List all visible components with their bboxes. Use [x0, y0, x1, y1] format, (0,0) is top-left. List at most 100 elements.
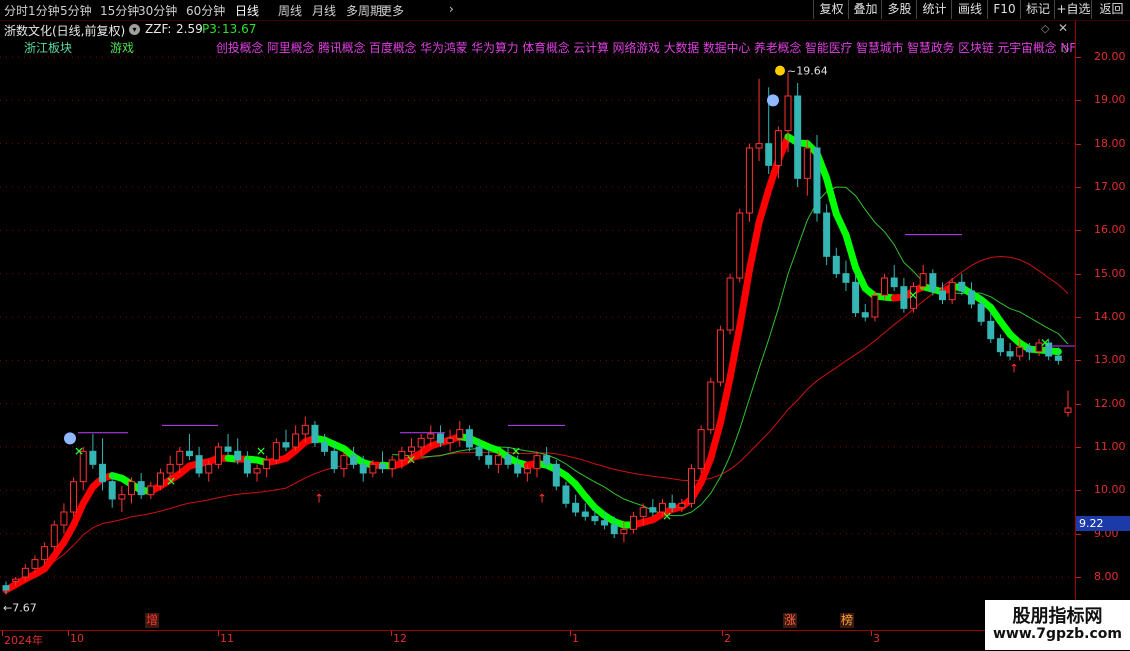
y-tick-label: 13.00 [1094, 353, 1126, 367]
x-tick-label: 2 [724, 632, 731, 645]
candle-body [823, 212, 831, 257]
chevron-right-icon[interactable]: › [449, 2, 454, 16]
candle-body [60, 511, 68, 526]
toolbar-button-2[interactable]: 多股 [881, 0, 917, 19]
candle-body [871, 294, 879, 318]
candle-body [649, 507, 657, 513]
period-tab-7[interactable]: 周线 [278, 2, 302, 19]
x-tick-label: 10 [70, 632, 84, 645]
y-tick-label: 20.00 [1094, 50, 1126, 63]
event-marker[interactable]: 涨 [783, 613, 797, 628]
candle-body [948, 281, 956, 301]
candle-body [1064, 407, 1072, 413]
signal-ball-icon [767, 94, 779, 107]
y-tick-label: 19.00 [1094, 93, 1126, 107]
candle-body [475, 446, 483, 457]
toolbar-button-1[interactable]: 叠加 [848, 0, 882, 19]
candle-body [340, 455, 348, 470]
candle-body [234, 450, 242, 461]
y-tick-mark [1076, 533, 1081, 535]
period-tab-5[interactable]: 60分钟 [186, 2, 225, 19]
toolbar-button-3[interactable]: 统计 [916, 0, 952, 19]
stock-title: 浙数文化(日线,前复权) [4, 24, 126, 38]
diamond-icon[interactable]: ◇ [1041, 22, 1049, 35]
candle-body [156, 472, 164, 487]
candle-body [108, 481, 116, 500]
indicator-dropdown-icon[interactable]: ▾ [129, 24, 140, 35]
zzf-value: 2.59 [176, 22, 203, 36]
candle-body [697, 429, 705, 470]
y-tick-mark [1076, 577, 1081, 578]
toolbar-button-5[interactable]: F10 [987, 0, 1021, 19]
candle-body [938, 290, 946, 301]
candle-body [388, 459, 396, 470]
candle-body [784, 95, 792, 132]
toolbar-button-8[interactable]: 返回 [1091, 0, 1130, 19]
candle-body [929, 273, 937, 292]
candle-body [253, 468, 261, 474]
candle-body [89, 450, 97, 465]
candle-body [417, 437, 425, 448]
concept-tags: 创投概念 阿里概念 腾讯概念 百度概念 华为鸿蒙 华为算力 体育概念 云计算 网… [216, 40, 1075, 55]
candle-body [552, 463, 560, 487]
kline-chart[interactable]: ~19.64 ←7.67 ✕ ✕ ✕ ✕ ✕ ✕ ✕ ✕ ↑ ↑ ↑ 浙江板块 游戏 创投概念 阿里概念 腾讯… [0, 39, 1076, 629]
candle-body [1016, 346, 1024, 357]
period-tab-9[interactable]: 多周期 [346, 2, 382, 19]
candle-body [900, 286, 908, 309]
candle-body [707, 381, 715, 431]
candle-body [919, 273, 927, 288]
toolbar-button-6[interactable]: 标记 [1020, 0, 1055, 19]
candle-body [436, 433, 444, 444]
p3-label: P3: [202, 22, 221, 36]
candle-body [224, 446, 232, 452]
event-marker[interactable]: 增 [145, 613, 159, 628]
candle-body [118, 494, 126, 500]
candle-body [1006, 351, 1014, 357]
period-tab-2[interactable]: 5分钟 [60, 2, 92, 19]
candle-body [176, 450, 184, 465]
signal-ball-icon [64, 432, 76, 445]
y-tick-mark [1076, 187, 1081, 188]
event-marker[interactable]: 榜 [840, 613, 854, 628]
ribbon-segment [755, 186, 773, 227]
candle-body [794, 95, 802, 179]
period-tab-8[interactable]: 月线 [312, 2, 336, 19]
period-tab-1[interactable]: 1分钟 [28, 2, 60, 19]
period-tab-4[interactable]: 30分钟 [138, 2, 177, 19]
cross-signal-icon: ✕ [511, 444, 521, 458]
ma-line-mid [392, 186, 1069, 517]
candle-body [427, 433, 435, 439]
cross-signal-icon: ✕ [1040, 336, 1050, 350]
period-tab-0[interactable]: 分时 [4, 2, 28, 19]
toolbar-button-7[interactable]: +自选 [1054, 0, 1092, 19]
low-price-label: ←7.67 [3, 601, 37, 614]
candle-body [272, 442, 280, 461]
candle-body [620, 528, 628, 535]
ribbon-segment [726, 323, 744, 382]
candle-body [214, 446, 222, 465]
x-tick-mark [2, 631, 3, 636]
candle-body [1025, 346, 1033, 353]
period-tab-3[interactable]: 15分钟 [100, 2, 139, 19]
y-tick-label: 16.00 [1094, 223, 1126, 237]
candle-body [668, 502, 676, 509]
close-icon[interactable]: ✕ [1058, 21, 1068, 35]
candle-body [716, 329, 724, 383]
period-tab-10[interactable]: 更多 [380, 2, 404, 19]
toolbar-button-4[interactable]: 画线 [951, 0, 988, 19]
candle-body [543, 455, 551, 465]
period-tab-6[interactable]: 日线 [235, 2, 259, 19]
candle-body [21, 567, 29, 578]
candle-body [861, 312, 869, 318]
candle-body [379, 463, 387, 470]
candle-body [630, 515, 638, 530]
x-tick-label: 3 [873, 632, 880, 645]
candle-body [41, 546, 49, 561]
gear-icon[interactable]: ◇ [1061, 42, 1070, 55]
candle-body [533, 455, 541, 470]
candle-body [50, 524, 58, 548]
toolbar-button-0[interactable]: 复权 [813, 0, 849, 19]
candle-body [185, 450, 193, 457]
candle-body [70, 481, 78, 513]
candle-body [12, 578, 20, 582]
